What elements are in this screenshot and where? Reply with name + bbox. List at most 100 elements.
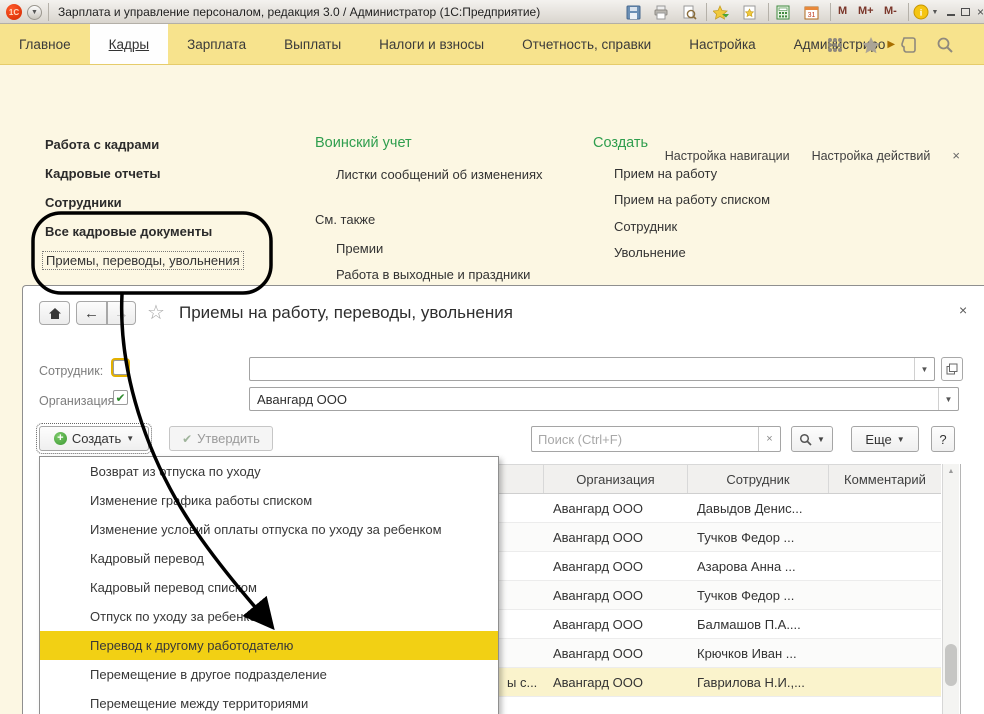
- table-right-border: [960, 464, 961, 714]
- nav-link-priem-na-rabotu-spiskom[interactable]: Прием на работу списком: [614, 192, 770, 207]
- tab-zarplata[interactable]: Зарплата: [168, 24, 265, 64]
- calendar-icon[interactable]: 31: [802, 3, 820, 21]
- nav-link-priemy-perevody-uvolneniya[interactable]: Приемы, переводы, увольнения: [42, 251, 244, 270]
- all-functions-grid-icon[interactable]: [822, 36, 848, 54]
- nav-link-rabota-v-vyhodnye[interactable]: Работа в выходные и праздники: [336, 267, 530, 282]
- nav-link-premii[interactable]: Премии: [336, 241, 383, 256]
- search-clear-icon[interactable]: ×: [758, 427, 780, 451]
- memory-m-minus-button[interactable]: M-: [884, 5, 897, 17]
- menu-item-izmenenie-usloviy-oplaty[interactable]: Изменение условий оплаты отпуска по уход…: [40, 515, 498, 544]
- employee-filter-label: Сотрудник:: [39, 364, 103, 378]
- employee-filter-combo[interactable]: ▼: [249, 357, 935, 381]
- priemy-perevody-uvolneniya-window: ← → ☆ Приемы на работу, переводы, увольн…: [22, 285, 984, 714]
- organization-filter-combo[interactable]: Авангард ООО ▼: [249, 387, 959, 411]
- approve-button[interactable]: ✔ Утвердить: [169, 426, 273, 451]
- menu-item-vozvrat-iz-otpuska[interactable]: Возврат из отпуска по уходу: [40, 457, 498, 486]
- nav-settings-actions-link[interactable]: Настройка действий: [812, 149, 931, 163]
- employee-open-button[interactable]: [941, 357, 963, 381]
- help-button[interactable]: ?: [931, 426, 955, 452]
- nav-panel-close-icon[interactable]: ×: [952, 148, 960, 163]
- divider: [48, 3, 49, 21]
- nav-group-kadrovye-otchety[interactable]: Кадровые отчеты: [45, 166, 160, 181]
- documents-table: Организация Сотрудник Комментарий Аванга…: [498, 464, 941, 697]
- nav-link-uvolnenie[interactable]: Увольнение: [614, 245, 686, 260]
- history-icon[interactable]: [896, 36, 922, 54]
- menu-item-kadrovyy-perevod-spiskom[interactable]: Кадровый перевод списком: [40, 573, 498, 602]
- memory-m-button[interactable]: M: [838, 5, 847, 17]
- home-button[interactable]: [39, 301, 70, 325]
- nav-header-voinskiy-uchet[interactable]: Воинский учет: [315, 135, 412, 151]
- more-button[interactable]: Еще ▼: [851, 426, 919, 452]
- tab-glavnoe[interactable]: Главное: [0, 24, 90, 64]
- nav-group-vse-kadrovye-dokumenty[interactable]: Все кадровые документы: [45, 224, 212, 239]
- favorites-star-icon[interactable]: [858, 36, 884, 54]
- nav-link-listki-soobscheniy[interactable]: Листки сообщений об изменениях: [336, 167, 543, 182]
- memory-m-plus-button[interactable]: M+: [858, 5, 874, 17]
- info-dropdown-icon[interactable]: ▼: [930, 3, 940, 21]
- favorite-star-icon[interactable]: ☆: [147, 300, 165, 325]
- organization-filter-value[interactable]: Авангард ООО: [250, 392, 938, 407]
- create-button[interactable]: + Создать ▼: [39, 426, 149, 451]
- scroll-up-icon[interactable]: ▲: [943, 468, 959, 475]
- main-menu-dropdown-icon[interactable]: ▼: [27, 5, 42, 20]
- dialog-close-icon[interactable]: ×: [959, 302, 967, 318]
- forward-button[interactable]: →: [107, 301, 136, 325]
- nav-group-rabota-s-kadrami[interactable]: Работа с кадрами: [45, 137, 159, 152]
- print-preview-icon[interactable]: [680, 3, 698, 21]
- tab-nastroika[interactable]: Настройка: [670, 24, 774, 64]
- print-icon[interactable]: [652, 3, 670, 21]
- nav-group-sotrudniki[interactable]: Сотрудники: [45, 195, 122, 210]
- organization-combo-dropdown-icon[interactable]: ▼: [938, 388, 958, 410]
- scrollbar-thumb[interactable]: [945, 644, 957, 686]
- close-window-button[interactable]: ×: [974, 5, 984, 18]
- nav-header-sozdat[interactable]: Создать: [593, 135, 648, 151]
- save-icon[interactable]: [624, 3, 642, 21]
- menu-item-peremeschenie-mezhdu-territoriyami[interactable]: Перемещение между территориями: [40, 689, 498, 714]
- divider: [830, 3, 831, 21]
- table-row[interactable]: Авангард ОООАзарова Анна ...: [498, 552, 941, 581]
- table-row[interactable]: Авангард ОООКрючков Иван ...: [498, 639, 941, 668]
- add-favorite-icon[interactable]: [712, 3, 730, 21]
- table-row[interactable]: Авангард ОООДавыдов Денис...: [498, 494, 941, 523]
- tab-vyplaty[interactable]: Выплаты: [265, 24, 360, 64]
- nav-label-see-also: См. также: [315, 212, 375, 227]
- employee-combo-dropdown-icon[interactable]: ▼: [914, 358, 934, 380]
- table-vertical-scrollbar[interactable]: ▲: [942, 464, 959, 714]
- search-options-caret-icon: ▼: [817, 435, 825, 444]
- search-box[interactable]: ×: [531, 426, 781, 452]
- table-row[interactable]: Авангард ОООБалмашов П.А....: [498, 610, 941, 639]
- table-row[interactable]: Авангард ОООТучков Федор ...: [498, 581, 941, 610]
- table-row[interactable]: Авангард ОООТучков Федор ...: [498, 523, 941, 552]
- back-button[interactable]: ←: [76, 301, 107, 325]
- nav-settings-navigation-link[interactable]: Настройка навигации: [665, 149, 790, 163]
- create-dropdown-caret-icon[interactable]: ▼: [126, 434, 134, 443]
- table-row-selected[interactable]: ы с...Авангард ОООГаврилова Н.И.,...: [498, 668, 941, 697]
- nav-link-sotrudnik[interactable]: Сотрудник: [614, 219, 677, 234]
- menu-item-perevod-k-drugomu-rabotodatelyu[interactable]: Перевод к другому работодателю: [40, 631, 498, 660]
- info-icon[interactable]: i: [912, 3, 930, 21]
- table-header-employee[interactable]: Сотрудник: [688, 465, 829, 493]
- menu-item-otpusk-po-uhodu[interactable]: Отпуск по уходу за ребенком: [40, 602, 498, 631]
- organization-filter-checkbox[interactable]: ✔: [113, 390, 128, 405]
- search-options-button[interactable]: ▼: [791, 426, 833, 452]
- organization-filter-label: Организация:: [39, 394, 118, 408]
- tab-kadry[interactable]: Кадры: [90, 24, 168, 64]
- minimize-button[interactable]: [944, 5, 957, 18]
- maximize-button[interactable]: [959, 5, 972, 18]
- dialog-title: Приемы на работу, переводы, увольнения: [179, 303, 513, 323]
- favorites-page-icon[interactable]: [740, 3, 758, 21]
- menu-item-kadrovyy-perevod[interactable]: Кадровый перевод: [40, 544, 498, 573]
- search-input[interactable]: [532, 427, 758, 451]
- menu-item-peremeschenie-v-drugoe-podrazdelenie[interactable]: Перемещение в другое подразделение: [40, 660, 498, 689]
- tab-nalogi[interactable]: Налоги и взносы: [360, 24, 503, 64]
- table-header-doc[interactable]: [498, 465, 544, 493]
- table-header-organization[interactable]: Организация: [544, 465, 688, 493]
- employee-filter-checkbox[interactable]: [113, 360, 128, 375]
- check-icon: ✔: [182, 432, 192, 446]
- global-search-icon[interactable]: [932, 36, 958, 54]
- nav-link-priem-na-rabotu[interactable]: Прием на работу: [614, 166, 717, 181]
- tab-otchetnost[interactable]: Отчетность, справки: [503, 24, 670, 64]
- table-header-comment[interactable]: Комментарий: [829, 465, 941, 493]
- calculator-icon[interactable]: [774, 3, 792, 21]
- menu-item-izmenenie-grafika[interactable]: Изменение графика работы списком: [40, 486, 498, 515]
